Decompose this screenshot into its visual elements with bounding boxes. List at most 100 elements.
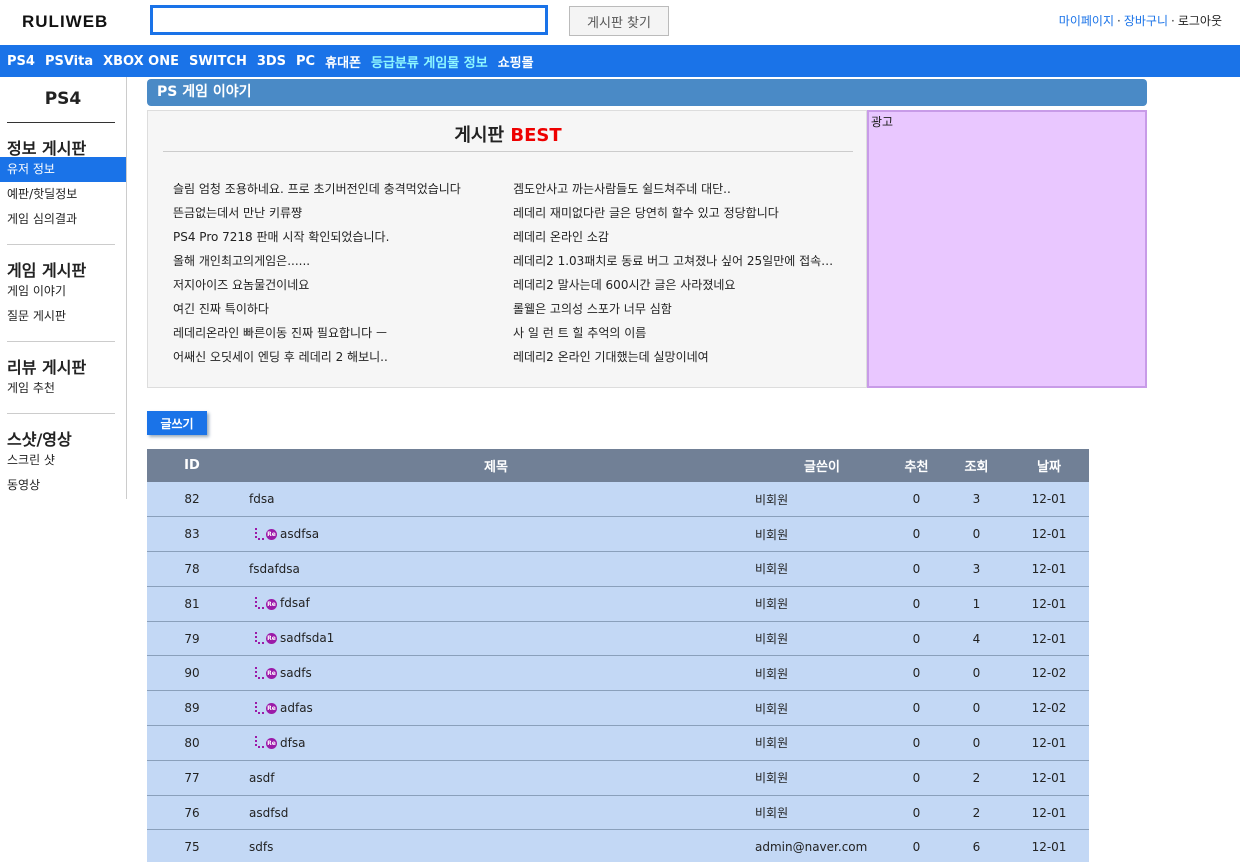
cell-title[interactable]: Re fdsaf bbox=[237, 586, 755, 622]
table-row[interactable]: 80 Re dfsa 비회원 0 0 12-01 bbox=[147, 725, 1089, 761]
best-post-link[interactable]: 레데리2 온라인 기대했는데 실망이네여 bbox=[513, 345, 843, 369]
cell-id: 82 bbox=[147, 482, 237, 518]
post-title-link[interactable]: sdfs bbox=[249, 840, 273, 854]
best-post-link[interactable]: PS4 Pro 7218 판매 시작 확인되었습니다. bbox=[173, 225, 503, 249]
table-row[interactable]: 90 Re sadfs 비회원 0 0 12-02 bbox=[147, 655, 1089, 692]
best-list-left: 슬림 엄청 조용하네요. 프로 초기버전인데 충격먹었습니다 뜬금없는데서 만난 … bbox=[173, 177, 503, 369]
post-title-link[interactable]: asdf bbox=[249, 771, 274, 785]
cell-recommend: 0 bbox=[889, 795, 944, 831]
table-row[interactable]: 75 sdfs admin@naver.com 0 6 12-01 bbox=[147, 829, 1089, 862]
reply-badge: Re bbox=[266, 668, 277, 680]
table-row[interactable]: 81 Re fdsaf 비회원 0 1 12-01 bbox=[147, 586, 1089, 622]
sidebar-item-game-talk[interactable]: 게임 이야기 bbox=[0, 279, 126, 304]
post-title-link[interactable]: dfsa bbox=[280, 736, 305, 750]
ad-banner[interactable]: 광고 bbox=[867, 110, 1147, 388]
nav-game-rating-info[interactable]: 등급분류 게임물 정보 bbox=[371, 52, 488, 71]
table-row[interactable]: 82 fdsa 비회원 0 3 12-01 bbox=[147, 482, 1089, 518]
sidebar-section-game: 게임 게시판 bbox=[7, 261, 87, 280]
best-post-link[interactable]: 뜬금없는데서 만난 키류쨩 bbox=[173, 201, 503, 225]
post-title-link[interactable]: fdsa bbox=[249, 492, 274, 506]
column-header-author: 글쓴이 bbox=[755, 449, 889, 482]
best-post-link[interactable]: 레데리 온라인 소감 bbox=[513, 225, 843, 249]
table-row[interactable]: 77 asdf 비회원 0 2 12-01 bbox=[147, 760, 1089, 796]
sidebar-item-screenshot[interactable]: 스크린 샷 bbox=[0, 448, 126, 473]
write-button[interactable]: 글쓰기 bbox=[147, 411, 207, 435]
cell-title[interactable]: Re asdfsa bbox=[237, 516, 755, 553]
best-post-link[interactable]: 저지아이즈 요놈물건이네요 bbox=[173, 273, 503, 297]
cell-title[interactable]: sdfs bbox=[237, 829, 755, 862]
best-post-link[interactable]: 겜도안사고 까는사람들도 쉴드쳐주네 대단.. bbox=[513, 177, 843, 201]
best-post-link[interactable]: 어쌔신 오딧세이 엔딩 후 레데리 2 해보니.. bbox=[173, 345, 503, 369]
post-title-link[interactable]: fdsaf bbox=[280, 596, 310, 610]
cell-views: 1 bbox=[944, 586, 1009, 622]
reply-badge: Re bbox=[266, 598, 277, 610]
table-row[interactable]: 83 Re asdfsa 비회원 0 0 12-01 bbox=[147, 516, 1089, 553]
cell-id: 75 bbox=[147, 829, 237, 862]
sidebar-section-info: 정보 게시판 bbox=[7, 139, 87, 158]
cell-date: 12-01 bbox=[1009, 795, 1089, 831]
best-posts-panel: 게시판 BEST 슬림 엄청 조용하네요. 프로 초기버전인데 충격먹었습니다 뜬… bbox=[147, 110, 867, 388]
table-row[interactable]: 78 fsdafdsa 비회원 0 3 12-01 bbox=[147, 551, 1089, 587]
nav-shop[interactable]: 쇼핑몰 bbox=[498, 52, 534, 71]
nav-3ds[interactable]: 3DS bbox=[257, 54, 286, 69]
nav-xbox-one[interactable]: XBOX ONE bbox=[103, 54, 179, 69]
best-post-link[interactable]: 여긴 진짜 특이하다 bbox=[173, 297, 503, 321]
best-post-link[interactable]: 레데리2 1.03패치로 동료 버그 고쳐졌나 싶어 25일만에 접속했는데 bbox=[513, 249, 843, 273]
best-post-link[interactable]: 슬림 엄청 조용하네요. 프로 초기버전인데 충격먹었습니다 bbox=[173, 177, 503, 201]
nav-pc[interactable]: PC bbox=[296, 54, 315, 69]
cell-author: 비회원 bbox=[755, 725, 889, 761]
site-logo[interactable]: RULIWEB bbox=[22, 12, 108, 32]
sidebar-item-game-recommend[interactable]: 게임 추천 bbox=[0, 376, 126, 401]
best-post-link[interactable]: 레데리온라인 빠른이동 진짜 필요합니다 ㅡ bbox=[173, 321, 503, 345]
sidebar-item-question[interactable]: 질문 게시판 bbox=[0, 304, 126, 329]
cell-recommend: 0 bbox=[889, 725, 944, 761]
search-input[interactable] bbox=[150, 5, 548, 35]
nav-ps4[interactable]: PS4 bbox=[7, 54, 35, 69]
table-row[interactable]: 76 asdfsd 비회원 0 2 12-01 bbox=[147, 795, 1089, 831]
best-post-link[interactable]: 올해 개인최고의게임은...... bbox=[173, 249, 503, 273]
cart-link[interactable]: 장바구니 bbox=[1124, 14, 1168, 28]
table-row[interactable]: 89 Re adfas 비회원 0 0 12-02 bbox=[147, 690, 1089, 727]
post-title-link[interactable]: asdfsa bbox=[280, 527, 319, 541]
sidebar-item-rating-results[interactable]: 게임 심의결과 bbox=[0, 207, 126, 232]
separator: · bbox=[1171, 14, 1175, 28]
nav-switch[interactable]: SWITCH bbox=[189, 54, 247, 69]
sidebar-item-user-info[interactable]: 유저 정보 bbox=[0, 157, 126, 182]
cell-title[interactable]: Re adfas bbox=[237, 690, 755, 727]
sidebar-item-preorder-deals[interactable]: 예판/핫딜정보 bbox=[0, 182, 126, 207]
cell-recommend: 0 bbox=[889, 760, 944, 796]
post-title-link[interactable]: asdfsd bbox=[249, 806, 288, 820]
table-row[interactable]: 79 Re sadfsda1 비회원 0 4 12-01 bbox=[147, 621, 1089, 657]
cell-recommend: 0 bbox=[889, 690, 944, 727]
cell-title[interactable]: Re dfsa bbox=[237, 725, 755, 761]
logout-link[interactable]: 로그아웃 bbox=[1178, 14, 1222, 28]
sidebar-item-video[interactable]: 동영상 bbox=[0, 473, 126, 498]
search-button[interactable]: 게시판 찾기 bbox=[569, 6, 669, 36]
cell-id: 89 bbox=[147, 690, 237, 727]
post-title-link[interactable]: sadfs bbox=[280, 666, 312, 680]
cell-title[interactable]: fsdafdsa bbox=[237, 551, 755, 587]
best-post-link[interactable]: 사 일 런 트 힐 추억의 이름 bbox=[513, 321, 843, 345]
cell-id: 78 bbox=[147, 551, 237, 587]
cell-recommend: 0 bbox=[889, 516, 944, 553]
post-title-link[interactable]: adfas bbox=[280, 701, 313, 715]
post-title-link[interactable]: sadfsda1 bbox=[280, 631, 334, 645]
cell-title[interactable]: asdf bbox=[237, 760, 755, 796]
best-post-link[interactable]: 레데리2 말사는데 600시간 글은 사라졌네요 bbox=[513, 273, 843, 297]
mypage-link[interactable]: 마이페이지 bbox=[1059, 14, 1114, 28]
cell-title[interactable]: Re sadfsda1 bbox=[237, 621, 755, 657]
nav-mobile[interactable]: 휴대폰 bbox=[325, 52, 361, 71]
best-post-link[interactable]: 롤웰은 고의성 스포가 너무 심함 bbox=[513, 297, 843, 321]
cell-author: 비회원 bbox=[755, 586, 889, 622]
cell-date: 12-02 bbox=[1009, 690, 1089, 727]
cell-author: 비회원 bbox=[755, 516, 889, 553]
cell-title[interactable]: fdsa bbox=[237, 482, 755, 518]
cell-title[interactable]: asdfsd bbox=[237, 795, 755, 831]
best-post-link[interactable]: 레데리 재미없다란 글은 당연히 할수 있고 정당합니다 bbox=[513, 201, 843, 225]
cell-title[interactable]: Re sadfs bbox=[237, 655, 755, 692]
nav-psvita[interactable]: PSVita bbox=[45, 54, 93, 69]
post-title-link[interactable]: fsdafdsa bbox=[249, 562, 300, 576]
cell-id: 76 bbox=[147, 795, 237, 831]
column-header-date: 날짜 bbox=[1009, 449, 1089, 482]
cell-views: 0 bbox=[944, 655, 1009, 692]
